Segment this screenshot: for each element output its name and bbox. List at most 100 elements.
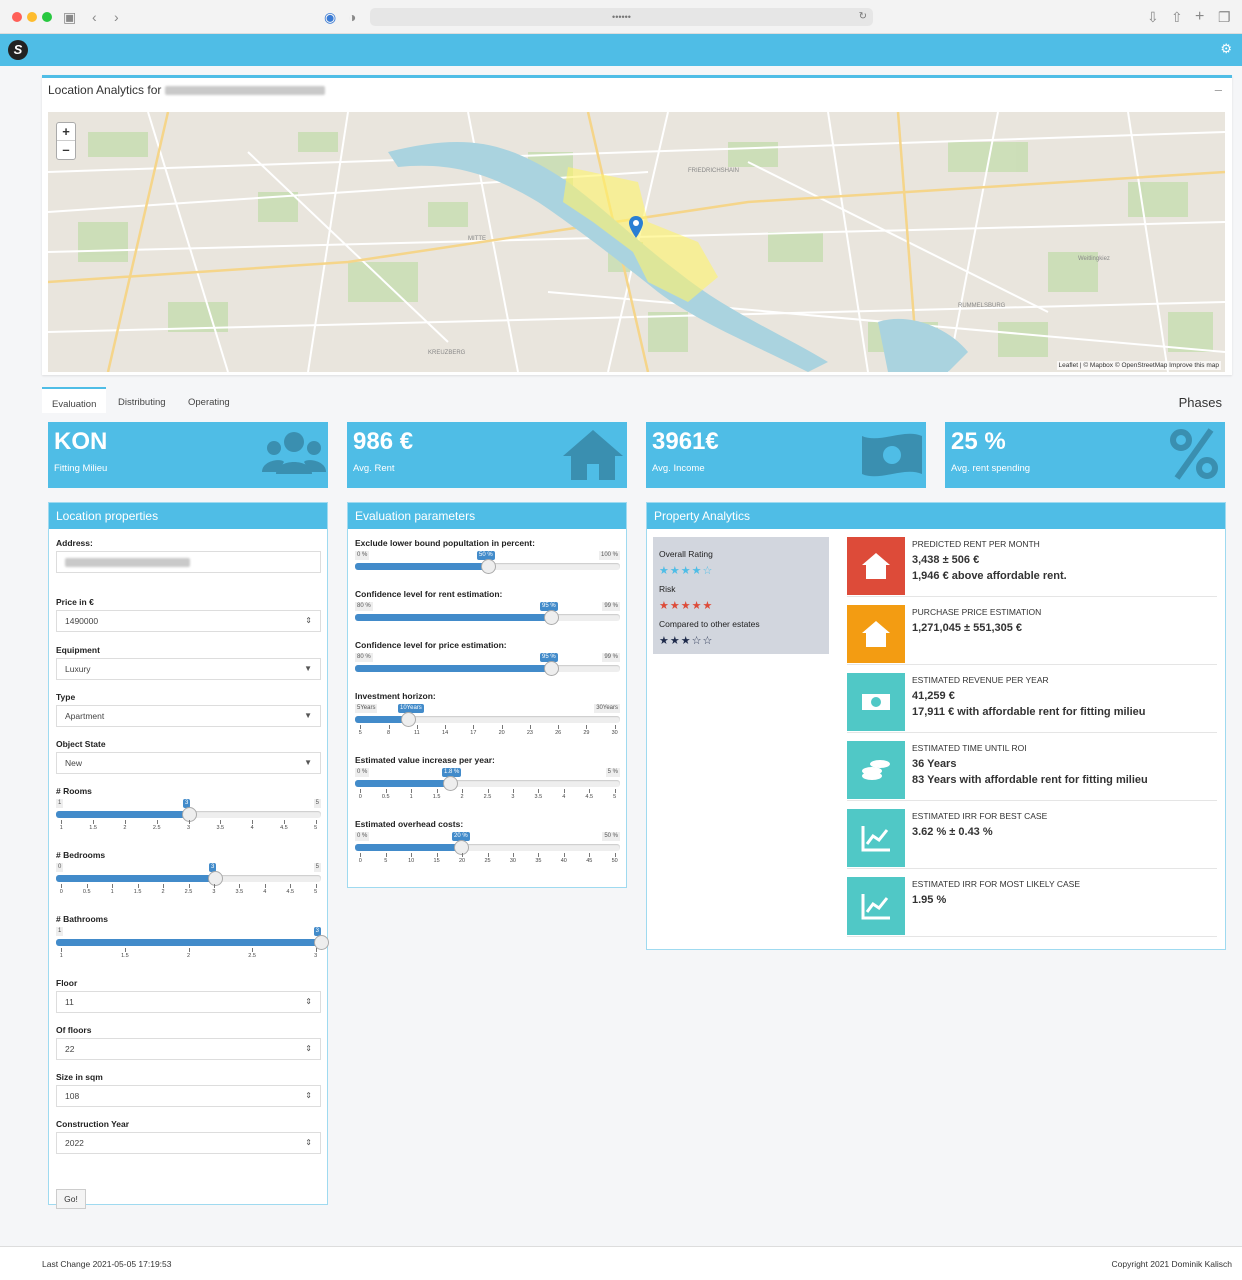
value-box-label: Avg. rent spending	[951, 463, 1031, 474]
floor-input[interactable]: 11 ⇕	[56, 991, 321, 1013]
rooms-slider[interactable]: 1 5 3 1 1.5 2 2.5 3 3.5 4 4.5 5	[56, 787, 321, 831]
forward-icon[interactable]: ›	[114, 8, 119, 26]
analytics-row: Estimated IRR for best case 3.62 % ± 0.43…	[847, 809, 1217, 869]
star-filled-icon: ★	[680, 635, 692, 647]
share-icon[interactable]: ⇧	[1171, 8, 1183, 26]
slider-tick-label: 4.5	[286, 889, 295, 895]
slider-tick	[411, 853, 413, 857]
download-icon[interactable]: ⇩	[1147, 8, 1159, 26]
slider-tick-label: 5	[384, 858, 388, 864]
slider-tick	[558, 725, 560, 729]
star-filled-icon: ★	[659, 600, 670, 612]
back-icon[interactable]: ‹	[92, 8, 97, 26]
slider-tick	[61, 820, 63, 824]
construction-year-input[interactable]: 2022 ⇕	[56, 1132, 321, 1154]
bathrooms-slider[interactable]: 1 3 1 1.5 2 2.5 3	[56, 915, 329, 959]
sidebar-toggle-icon[interactable]: ▣	[63, 8, 76, 26]
price-confidence-slider[interactable]: 80 % 99 % 95 %	[355, 641, 620, 681]
collapse-icon[interactable]: –	[1215, 82, 1222, 97]
slider-tick-label: 3.5	[235, 889, 244, 895]
app-header: S ⚙	[0, 34, 1242, 66]
star-filled-icon: ★	[691, 565, 703, 577]
equipment-select[interactable]: Luxury ▼	[56, 658, 321, 680]
last-change-text: Last Change 2021-05-05 17:19:53	[42, 1259, 172, 1269]
panel-title: Evaluation parameters	[348, 503, 626, 529]
slider-tick-label: 1	[409, 794, 413, 800]
map-attribution[interactable]: Leaflet | © Mapbox © OpenStreetMap Impro…	[1056, 361, 1221, 370]
value-increase-slider[interactable]: 0 % 5 % 1.8 % 0 0.5 1 1.5 2 2.5 3 3.5 4 4.5 5	[355, 756, 620, 800]
slider-tick-label: 8	[387, 730, 391, 736]
slider-handle[interactable]	[480, 559, 496, 574]
star-filled-icon: ★	[702, 600, 714, 612]
new-tab-icon[interactable]: +	[1195, 8, 1204, 26]
go-button[interactable]: Go!	[56, 1189, 86, 1209]
of-floors-input[interactable]: 22 ⇕	[56, 1038, 321, 1060]
maximize-window-button[interactable]	[42, 12, 52, 22]
analytics-row-title: Purchase price estimation	[912, 607, 1042, 617]
minimize-window-button[interactable]	[27, 12, 37, 22]
slider-tick	[213, 884, 215, 888]
slider-tick-label: 4	[562, 794, 566, 800]
star-filled-icon: ★	[669, 565, 681, 577]
investment-horizon-slider[interactable]: 5Years 30Years 10Years 5 8 11 14 17 20 23 26 29 3…	[355, 692, 620, 736]
slider-tick	[360, 725, 362, 729]
price-input[interactable]: 1490000 ⇕	[56, 610, 321, 632]
redacted-address	[164, 86, 325, 96]
analytics-row-detail: 83 Years with affordable rent for fittin…	[912, 774, 1148, 786]
bedrooms-slider[interactable]: 0 5 3 0 0.5 1 1.5 2 2.5 3 3.5 4 4.5 5	[56, 851, 321, 895]
overhead-costs-slider[interactable]: 0 % 50 % 20 % 0 5 10 15 20 25 30 35 40 45 50	[355, 820, 620, 864]
object-state-select[interactable]: New ▼	[56, 752, 321, 774]
tab-operating[interactable]: Operating	[178, 387, 240, 413]
slider-tick	[86, 884, 88, 888]
slider-tick-label: 35	[535, 858, 542, 864]
close-window-button[interactable]	[12, 12, 22, 22]
slider-tick	[436, 853, 438, 857]
address-bar[interactable]: •••••• ↻	[370, 8, 873, 26]
slider-tick	[436, 789, 438, 793]
value-box-income: 3961€ Avg. Income	[646, 422, 926, 488]
map-label-rummelsburg: RUMMELSBURG	[958, 303, 1006, 309]
address-input[interactable]	[56, 551, 321, 573]
home-icon	[847, 605, 905, 663]
slider-handle[interactable]	[544, 661, 560, 676]
slider-tick	[538, 789, 540, 793]
value-box-rent: 986 € Avg. Rent	[347, 422, 627, 488]
slider-tick-label: 0	[358, 794, 362, 800]
slider-tick	[124, 948, 126, 952]
slider-tick-label: 2.5	[152, 825, 161, 831]
app-logo[interactable]: S	[8, 40, 28, 60]
slider-tick-label: 30	[611, 730, 618, 736]
zoom-in-button[interactable]: +	[57, 123, 75, 141]
stepper-icon: ⇕	[305, 1044, 312, 1053]
risk-stars: ★★★★★	[659, 599, 713, 612]
population-exclude-slider[interactable]: 0 % 100 % 50 %	[355, 539, 620, 579]
tab-distributing[interactable]: Distributing	[108, 387, 176, 413]
settings-gears-icon[interactable]: ⚙	[1220, 41, 1232, 57]
slider-tick-label: 2.5	[248, 953, 256, 959]
map-label-kreuzberg: KREUZBERG	[428, 350, 466, 356]
tab-evaluation[interactable]: Evaluation	[42, 387, 107, 413]
type-select[interactable]: Apartment ▼	[56, 705, 321, 727]
size-input[interactable]: 108 ⇕	[56, 1085, 321, 1107]
map-box-title: Location Analytics for	[48, 83, 325, 97]
reload-icon[interactable]: ↻	[859, 8, 867, 26]
analytics-row-title: Estimated IRR for most likely case	[912, 879, 1080, 889]
map[interactable]: FRIEDRICHSHAIN KREUZBERG MITTE RUMMELSBU…	[48, 112, 1225, 372]
map-zoom-control: + –	[56, 122, 76, 160]
location-marker-icon[interactable]	[629, 216, 643, 243]
zoom-out-button[interactable]: –	[57, 141, 75, 159]
privacy-icon[interactable]: ◉	[324, 8, 336, 26]
tabs-overview-icon[interactable]: ❐	[1218, 8, 1231, 26]
slider-tick-label: 15	[433, 858, 440, 864]
slider-tick	[614, 789, 616, 793]
analytics-row-title: Predicted rent per month	[912, 539, 1040, 549]
slider-tick-label: 2	[123, 825, 127, 831]
shield-icon[interactable]: ◑	[348, 8, 356, 26]
slider-tick-label: 3.5	[216, 825, 225, 831]
location-properties-panel: Location properties Address: Price in € …	[48, 502, 329, 1209]
rent-confidence-slider[interactable]: 80 % 99 % 95 %	[355, 590, 620, 630]
investment-horizon-ticks: 5 8 11 14 17 20 23 26 29 30	[355, 725, 620, 737]
slider-tick	[411, 789, 413, 793]
slider-handle[interactable]	[544, 610, 560, 625]
object-state-label: Object State	[56, 739, 106, 749]
